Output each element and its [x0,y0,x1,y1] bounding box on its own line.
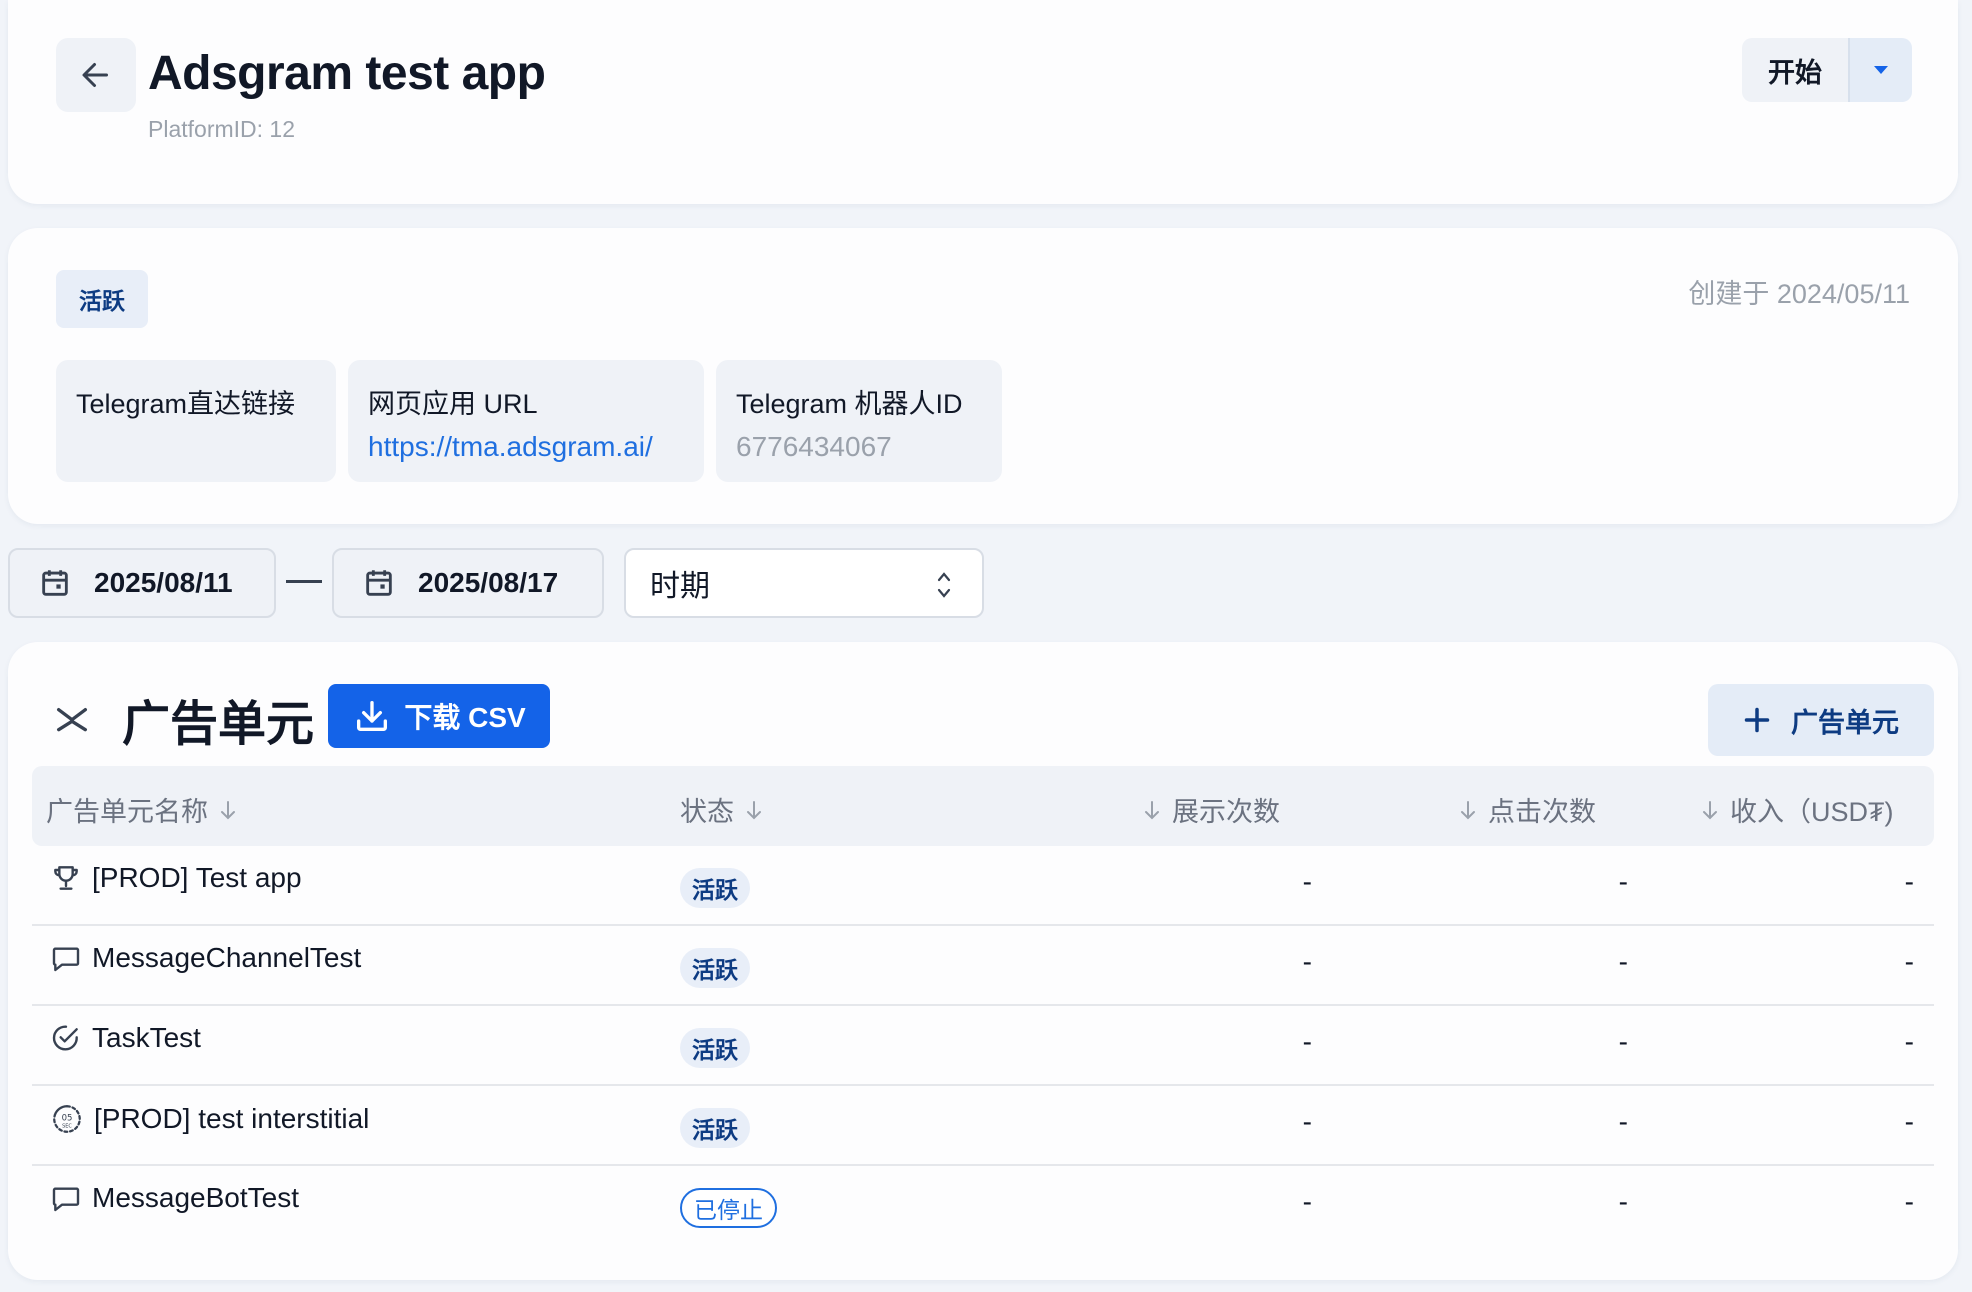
column-header-label: 展示次数 [1172,797,1280,827]
impressions-value: - [1302,866,1312,897]
revenue-value: - [1904,1106,1914,1137]
status-badge: 已停止 [680,1188,777,1228]
tile-label: Telegram直达链接 [76,389,296,419]
end-date-input[interactable]: 2025/08/17 [332,548,604,618]
date-range-separator [286,580,322,583]
telegram-link-tile: Telegram直达链接 [56,360,336,482]
download-icon [357,701,388,731]
impressions-value: - [1302,1026,1312,1057]
ad-unit-name-cell[interactable]: [PROD] Test app [50,862,302,894]
clicks-value: - [1618,1106,1628,1137]
table-row[interactable]: [PROD] Test app 活跃 - - - [32,846,1934,926]
column-header-label: 收入（USD₮) [1730,797,1894,827]
collapse-icon[interactable] [52,698,92,738]
arrow-down-icon [1145,800,1159,819]
status-badge: 活跃 [680,948,750,988]
created-date: 创建于 2024/05/11 [1688,279,1910,309]
table-row[interactable]: MessageBotTest 已停止 - - - [32,1166,1934,1246]
column-header-status[interactable]: 状态 [680,790,764,829]
calendar-icon [366,570,392,596]
column-header-label: 点击次数 [1488,797,1596,827]
revenue-value: - [1904,946,1914,977]
webapp-url-tile: 网页应用 URL https://tma.adsgram.ai/ [348,360,704,482]
ad-unit-name-cell[interactable]: 05 SEC [PROD] test interstitial [50,1102,369,1136]
add-ad-unit-label: 广告单元 [1791,707,1899,738]
status-badge: 活跃 [680,1028,750,1068]
add-ad-unit-button[interactable]: 广告单元 [1708,684,1934,756]
arrow-down-icon [747,800,761,819]
clicks-value: - [1618,1026,1628,1057]
column-header-label: 状态 [680,797,734,827]
start-dropdown-button[interactable] [1848,38,1912,102]
ad-unit-name: [PROD] Test app [92,862,302,893]
impressions-value: - [1302,1106,1312,1137]
ad-unit-name: MessageChannelTest [92,942,362,973]
ad-unit-name: TaskTest [92,1022,201,1053]
arrow-down-icon [221,800,235,819]
table-row[interactable]: 05 SEC [PROD] test interstitial 活跃 - - - [32,1086,1934,1166]
status-badge: 活跃 [680,868,750,908]
revenue-value: - [1904,1186,1914,1217]
tile-label: Telegram 机器人ID [736,389,963,419]
clicks-value: - [1618,946,1628,977]
ad-units-title: 广告单元 [122,698,315,751]
svg-text:SEC: SEC [62,1124,72,1130]
ad-unit-name-cell[interactable]: MessageBotTest [50,1182,299,1214]
check-circle-icon [52,1025,78,1051]
calendar-icon [42,570,68,596]
arrow-left-icon [82,63,108,87]
download-csv-button[interactable]: 下载 CSV [328,684,550,748]
start-button[interactable]: 开始 [1742,38,1848,102]
end-date-value: 2025/08/17 [418,567,559,598]
ad-units-card: 广告单元 下载 CSV 广告单元 广告单元名称 状态 展示次数 点击次数 收入（… [8,642,1958,1280]
period-select[interactable]: 时期 [624,548,984,618]
back-button[interactable] [56,38,136,112]
message-icon [52,1187,80,1212]
clicks-value: - [1618,1186,1628,1217]
tile-label: 网页应用 URL [368,389,538,419]
status-badge: 活跃 [56,270,148,328]
svg-text:05: 05 [62,1113,73,1123]
ad-unit-name: [PROD] test interstitial [94,1103,370,1134]
period-select-value: 时期 [650,570,710,603]
revenue-value: - [1904,1026,1914,1057]
bot-id-value: 6776434067 [736,431,892,462]
column-header-label: 广告单元名称 [46,797,208,827]
status-badge: 活跃 [680,1108,750,1148]
table-row[interactable]: MessageChannelTest 活跃 - - - [32,926,1934,1006]
webapp-url-link[interactable]: https://tma.adsgram.ai/ [368,431,684,463]
trophy-icon [54,866,78,890]
message-icon [52,947,80,972]
download-csv-label: 下载 CSV [404,702,526,733]
clicks-value: - [1618,866,1628,897]
column-header-revenue[interactable]: 收入（USD₮) [1700,790,1894,829]
arrow-down-icon [1461,800,1475,819]
arrow-down-icon [1703,800,1717,819]
timer-icon: 05 SEC [53,1105,81,1133]
start-date-input[interactable]: 2025/08/11 [8,548,276,618]
page-title: Adsgram test app [148,47,546,100]
plus-icon [1744,707,1770,733]
app-info-card: 活跃 创建于 2024/05/11 Telegram直达链接 网页应用 URL … [8,228,1958,524]
impressions-value: - [1302,946,1312,977]
app-header: Adsgram test app PlatformID: 12 开始 [8,0,1958,204]
platform-id: PlatformID: 12 [148,116,295,142]
ad-unit-name: MessageBotTest [92,1182,299,1213]
ad-unit-name-cell[interactable]: TaskTest [50,1022,201,1054]
table-row[interactable]: TaskTest 活跃 - - - [32,1006,1934,1086]
ad-unit-name-cell[interactable]: MessageChannelTest [50,942,361,974]
column-header-clicks[interactable]: 点击次数 [1458,790,1596,829]
bot-id-tile: Telegram 机器人ID 6776434067 [716,360,1002,482]
impressions-value: - [1302,1186,1312,1217]
start-date-value: 2025/08/11 [94,567,233,598]
start-button-group: 开始 [1742,38,1912,102]
revenue-value: - [1904,866,1914,897]
column-header-name[interactable]: 广告单元名称 [46,790,238,829]
chevron-updown-icon [937,572,951,598]
caret-down-icon [1874,66,1888,74]
table-header: 广告单元名称 状态 展示次数 点击次数 收入（USD₮) [32,766,1934,846]
column-header-impressions[interactable]: 展示次数 [1142,790,1280,829]
